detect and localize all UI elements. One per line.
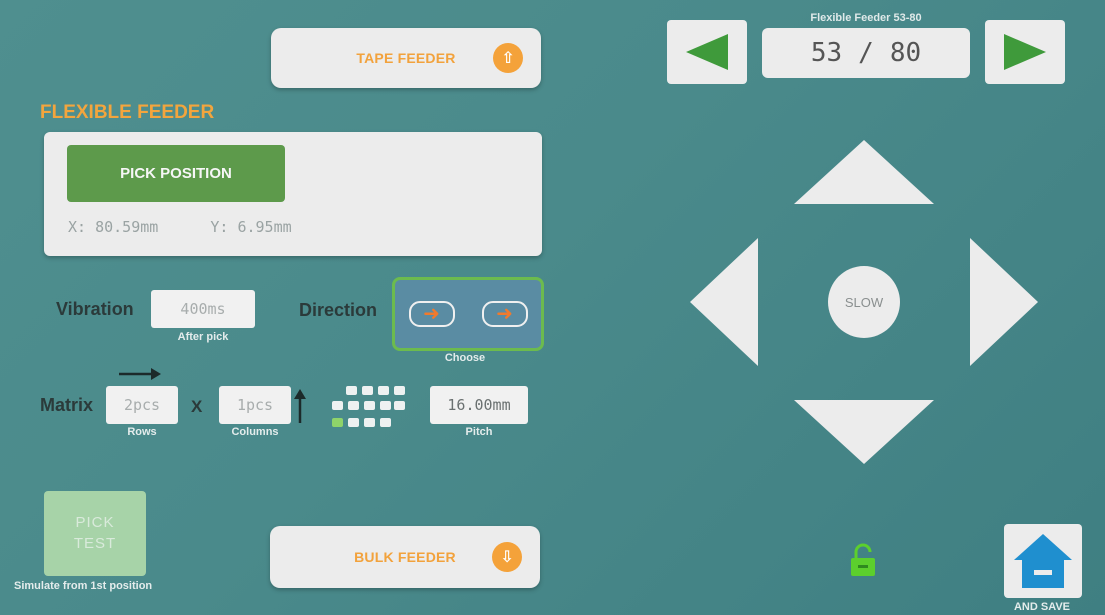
jog-up-button[interactable]: [792, 138, 936, 206]
home-save-button[interactable]: [1004, 524, 1082, 598]
x-value: 80.59mm: [95, 218, 159, 236]
play-left-icon: [686, 34, 728, 70]
pitch-value: 16.00mm: [447, 396, 511, 414]
navigator-title: Flexible Feeder 53-80: [810, 12, 922, 24]
arrow-up-icon: ⇧: [493, 43, 523, 73]
slow-label: SLOW: [844, 294, 884, 310]
y-label: Y:: [210, 218, 229, 236]
jog-down-button[interactable]: [792, 398, 936, 466]
matrix-label: Matrix: [40, 395, 94, 415]
tape-feeder-button[interactable]: TAPE FEEDER ⇧: [271, 28, 541, 88]
tape-feeder-label: TAPE FEEDER: [356, 50, 456, 66]
unlock-icon[interactable]: [848, 542, 878, 578]
home-save-caption: AND SAVE: [1013, 601, 1071, 613]
columns-direction-arrow-icon: [293, 388, 307, 424]
pick-test-line2: TEST: [73, 534, 117, 552]
slow-button[interactable]: SLOW: [828, 266, 900, 338]
vibration-field[interactable]: 400ms: [151, 290, 255, 328]
columns-caption: Columns: [231, 426, 279, 438]
pitch-field[interactable]: 16.00mm: [430, 386, 528, 424]
home-icon: [1014, 534, 1072, 588]
bulk-feeder-button[interactable]: BULK FEEDER ⇩: [270, 526, 540, 588]
pick-test-caption: Simulate from 1st position: [14, 580, 153, 592]
counter-total: 80: [889, 38, 922, 68]
direction-selector[interactable]: ➜ ➜: [392, 277, 544, 351]
x-label: X:: [68, 218, 87, 236]
rows-field[interactable]: 2pcs: [106, 386, 178, 424]
direction-label: Direction: [299, 300, 378, 320]
columns-field[interactable]: 1pcs: [219, 386, 291, 424]
jog-right-button[interactable]: [968, 236, 1040, 368]
coordinate-readout: X: 80.59mm Y: 6.95mm: [68, 218, 292, 236]
section-title: FLEXIBLE FEEDER: [40, 102, 215, 123]
feeder-counter: 53 / 80: [762, 28, 970, 78]
jog-left-button[interactable]: [688, 236, 760, 368]
rows-value: 2pcs: [123, 396, 161, 414]
pick-test-line1: PICK: [75, 514, 115, 532]
next-button[interactable]: [985, 20, 1065, 84]
pick-test-button[interactable]: PICK TEST: [44, 491, 146, 576]
counter-separator: /: [858, 38, 874, 68]
direction-right-icon[interactable]: ➜: [408, 301, 455, 327]
columns-value: 1pcs: [236, 396, 274, 414]
bulk-feeder-label: BULK FEEDER: [354, 549, 456, 565]
pitch-caption: Pitch: [465, 426, 493, 438]
play-right-icon: [1004, 34, 1046, 70]
vibration-label: Vibration: [56, 299, 134, 319]
counter-current: 53: [810, 38, 843, 68]
vibration-caption: After pick: [177, 331, 229, 343]
y-value: 6.95mm: [237, 218, 292, 236]
direction-right-icon-2[interactable]: ➜: [481, 301, 528, 327]
pick-position-panel: PICK POSITION X: 80.59mm Y: 6.95mm: [44, 132, 542, 256]
arrow-down-icon: ⇩: [492, 542, 522, 572]
rows-direction-arrow-icon: [117, 366, 161, 382]
matrix-grid-icon: [332, 386, 405, 434]
vibration-value: 400ms: [180, 300, 226, 318]
pick-position-button[interactable]: PICK POSITION: [67, 145, 285, 202]
matrix-times: X: [191, 397, 203, 416]
rows-caption: Rows: [127, 426, 157, 438]
previous-button[interactable]: [667, 20, 747, 84]
pick-position-label: PICK POSITION: [120, 165, 232, 182]
direction-caption: Choose: [444, 352, 486, 364]
